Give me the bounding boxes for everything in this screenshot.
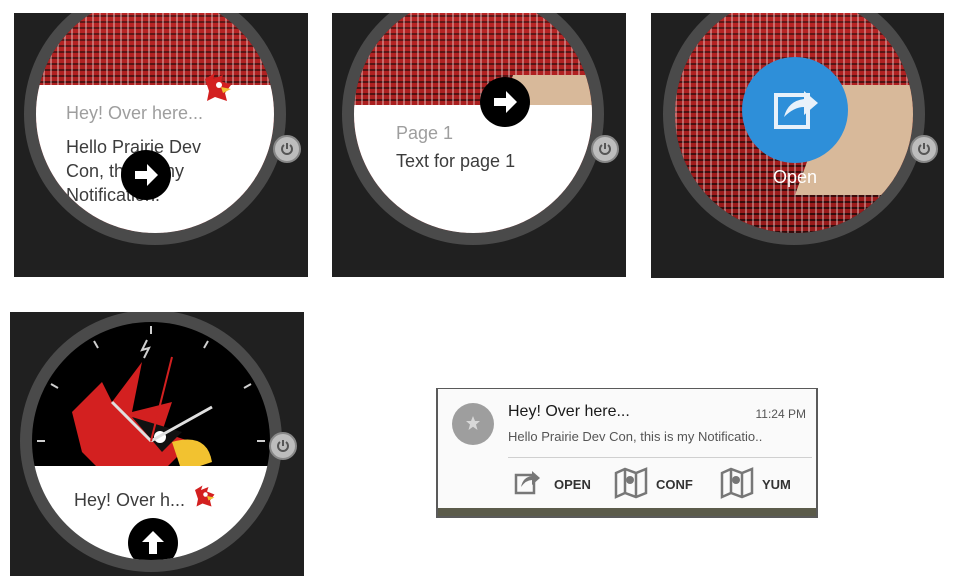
background-strip — [438, 508, 816, 516]
power-button[interactable] — [269, 432, 297, 460]
notification-title: Hey! Over here... — [508, 403, 630, 420]
watch-screen-page: Page 1 Text for page 1 — [332, 13, 626, 277]
notification-avatar — [452, 403, 494, 445]
open-action-button[interactable] — [742, 57, 848, 163]
watch-face: Open — [675, 13, 913, 233]
power-button[interactable] — [591, 135, 619, 163]
swipe-up-arrow-button[interactable] — [128, 518, 178, 560]
watch-screen-open-action: Open — [651, 13, 944, 278]
watch-face: Hey! Over h... — [32, 322, 270, 560]
watch-bezel: Hey! Over here... Hello Prairie Dev Con,… — [24, 13, 286, 245]
peek-text: Hey! Over h... — [74, 490, 186, 510]
power-button[interactable] — [273, 135, 301, 163]
watch-bezel: Hey! Over h... — [20, 312, 282, 572]
yum-action-button[interactable]: YUM — [720, 467, 810, 501]
power-button[interactable] — [910, 135, 938, 163]
notification-time: 11:24 PM — [755, 407, 806, 421]
open-action-button[interactable]: OPEN — [512, 467, 602, 501]
watch-bezel: Open — [663, 13, 925, 245]
watch-screen-watchface-peek: Hey! Over h... — [10, 312, 304, 576]
conf-action-button[interactable]: CONF — [614, 467, 704, 501]
swipe-right-arrow-button[interactable] — [121, 150, 171, 200]
watch-bezel: Page 1 Text for page 1 — [342, 13, 604, 245]
notification-header: Hey! Over here... — [66, 103, 204, 123]
open-action-label: Open — [773, 167, 818, 187]
map-icon — [614, 467, 648, 499]
page-title: Page 1 — [396, 123, 454, 143]
phone-notification[interactable]: Hey! Over here... 11:24 PM Hello Prairie… — [436, 388, 818, 518]
watch-screen-notification: Hey! Over here... Hello Prairie Dev Con,… — [14, 13, 308, 277]
open-icon — [774, 91, 818, 129]
page-card[interactable]: Page 1 Text for page 1 — [354, 105, 592, 233]
cardinal-logo-icon — [201, 71, 233, 103]
watch-face: Page 1 Text for page 1 — [354, 13, 592, 233]
page-text: Text for page 1 — [396, 151, 516, 171]
swipe-right-arrow-button[interactable] — [480, 77, 530, 127]
open-icon — [514, 471, 540, 495]
notification-text: Hello Prairie Dev Con, this is my Notifi… — [508, 429, 763, 444]
map-icon — [720, 467, 754, 499]
star-icon — [466, 416, 480, 430]
divider — [508, 457, 812, 458]
cardinal-logo-icon — [192, 484, 216, 508]
watch-face: Hey! Over here... Hello Prairie Dev Con,… — [36, 13, 274, 233]
